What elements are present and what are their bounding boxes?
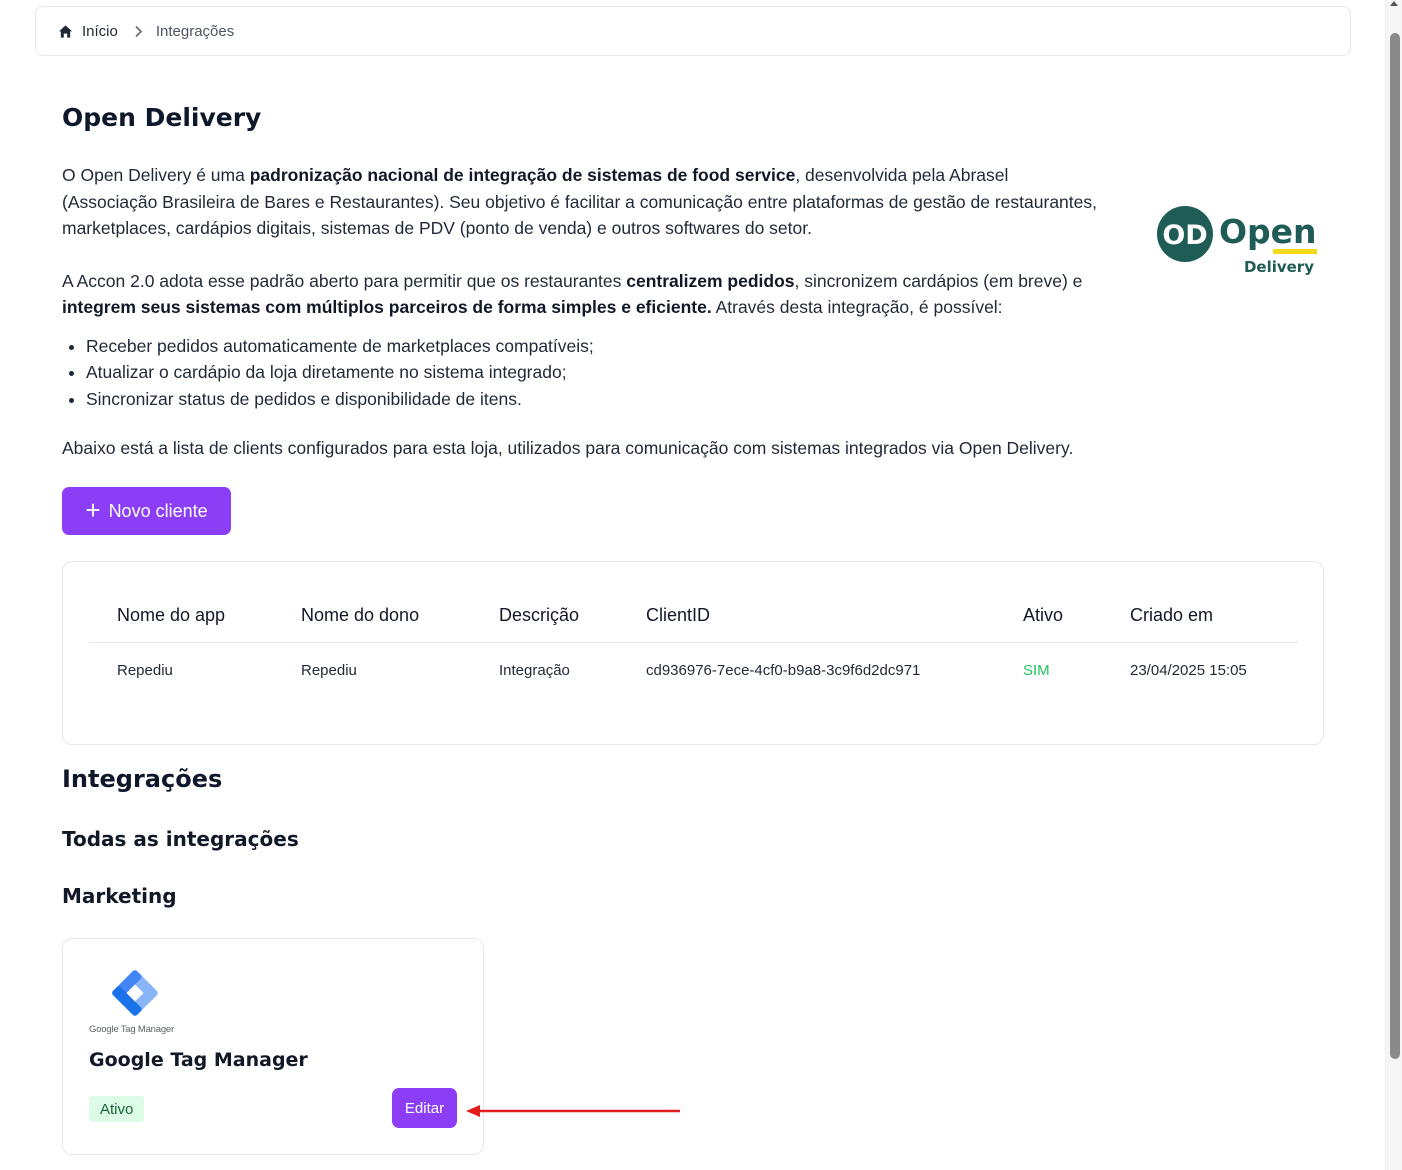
integrations-heading: Integrações: [62, 765, 223, 793]
plus-icon: +: [85, 494, 101, 525]
column-header-description: Descrição: [499, 605, 580, 625]
column-header-owner-name: Nome do dono: [301, 605, 420, 625]
table-header: Nome do app Nome do dono Descrição Clien…: [89, 603, 1298, 643]
chevron-right-icon: [134, 25, 143, 38]
integration-card-google-tag-manager: Google Tag Manager Google Tag Manager At…: [62, 938, 484, 1155]
svg-text:Open: Open: [1219, 212, 1317, 251]
cell-created-at: 23/04/2025 15:05: [1130, 662, 1247, 679]
column-header-active: Ativo: [1023, 605, 1064, 625]
column-header-created-at: Criado em: [1130, 605, 1214, 625]
scroll-up-arrow-icon[interactable]: [1390, 1, 1398, 6]
features-list: Receber pedidos automaticamente de marke…: [86, 333, 1102, 413]
integration-title: Google Tag Manager: [89, 1049, 308, 1071]
clients-description: Abaixo está a lista de clients configura…: [62, 438, 1074, 458]
cell-app-name: Repediu: [117, 662, 173, 679]
list-item: Sincronizar status de pedidos e disponib…: [86, 386, 1102, 413]
cell-client-id: cd936976-7ece-4cf0-b9a8-3c9f6d2dc971: [646, 662, 921, 679]
marketing-heading: Marketing: [62, 884, 177, 908]
status-badge: Ativo: [89, 1096, 145, 1122]
breadcrumb: Início Integrações: [35, 6, 1351, 56]
breadcrumb-current: Integrações: [155, 22, 235, 40]
clients-table: Nome do app Nome do dono Descrição Clien…: [62, 561, 1324, 745]
edit-button[interactable]: Editar: [392, 1088, 457, 1128]
list-item: Receber pedidos automaticamente de marke…: [86, 333, 1102, 360]
all-integrations-heading: Todas as integrações: [62, 827, 299, 851]
home-icon: [58, 24, 73, 38]
list-item: Atualizar o cardápio da loja diretamente…: [86, 359, 1102, 386]
google-tag-manager-logo-caption: Google Tag Manager: [89, 1024, 174, 1035]
cell-owner-name: Repediu: [301, 662, 357, 679]
breadcrumb-home-link[interactable]: Início: [58, 23, 118, 40]
intro-text: O Open Delivery é uma padronização nacio…: [62, 162, 1102, 412]
new-client-label: Novo cliente: [108, 500, 208, 521]
google-tag-manager-logo-icon: [112, 970, 158, 1016]
intro-paragraph-1: O Open Delivery é uma padronização nacio…: [62, 165, 1097, 238]
new-client-button[interactable]: + Novo cliente: [62, 487, 231, 535]
annotation-arrow-icon: [466, 1105, 680, 1117]
breadcrumb-home-label: Início: [82, 22, 118, 40]
open-delivery-logo: OD Open Delivery: [1157, 206, 1317, 276]
column-header-client-id: ClientID: [646, 605, 711, 625]
column-header-app-name: Nome do app: [117, 605, 226, 625]
svg-text:Delivery: Delivery: [1244, 258, 1314, 276]
cell-description: Integração: [499, 662, 570, 679]
page-title: Open Delivery: [62, 103, 262, 132]
intro-paragraph-2: A Accon 2.0 adota esse padrão aberto par…: [62, 270, 1083, 318]
scroll-thumb[interactable]: [1390, 33, 1400, 1059]
table-row[interactable]: Repediu Repediu Integração cd936976-7ece…: [89, 662, 1298, 686]
cell-active-status: SIM: [1023, 662, 1050, 679]
page-scrollbar[interactable]: [1385, 0, 1402, 1170]
svg-text:OD: OD: [1162, 220, 1207, 251]
